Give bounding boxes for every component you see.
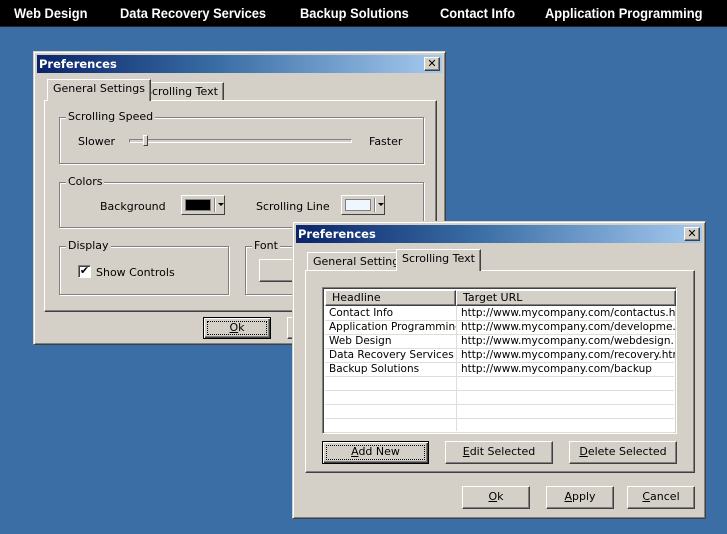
close-icon: ✕ <box>687 227 697 240</box>
divider <box>214 198 216 212</box>
cell-headline: Contact Info <box>329 307 394 319</box>
group-label: Colors <box>66 175 105 188</box>
cell-target-url: http://www.mycompany.com/recovery.html <box>461 349 675 361</box>
nav-item-contact-info[interactable]: Contact Info <box>440 5 515 21</box>
button-label: Ok <box>488 490 504 503</box>
scrolling-text-list[interactable]: Headline Target URL Contact Info http://w… <box>322 287 677 434</box>
column-label: Target URL <box>463 291 523 304</box>
tab-panel-scrolling-text: Headline Target URL Contact Info http://w… <box>305 270 695 473</box>
window-title: Preferences <box>298 227 376 241</box>
group-display: Display ✔ Show Controls <box>59 239 229 295</box>
nav-item-application-programming[interactable]: Application Programming <box>545 5 702 21</box>
focus-rect <box>326 445 425 460</box>
slider-min-label: Slower <box>78 135 116 148</box>
close-button[interactable]: ✕ <box>684 227 700 241</box>
show-controls-checkbox[interactable]: ✔ <box>78 265 91 278</box>
cancel-button[interactable]: Cancel <box>627 486 695 509</box>
background-color-picker[interactable] <box>181 195 225 215</box>
scrolling-speed-slider-thumb[interactable] <box>142 135 148 146</box>
cell-target-url: http://www.mycompany.com/contactus.h... <box>461 307 675 319</box>
list-row[interactable]: Backup Solutions http://www.mycompany.com… <box>325 363 674 377</box>
cell-headline <box>325 377 456 390</box>
background-color-label: Background <box>100 200 166 213</box>
tab-label: Scrolling Text <box>402 252 475 265</box>
scrolling-line-color-picker[interactable] <box>341 195 385 215</box>
list-row[interactable]: Web Design http://www.mycompany.com/webde… <box>325 335 675 349</box>
top-navigation-bar: Web Design Data Recovery Services Backup… <box>0 0 727 27</box>
tab-label: General Settings <box>53 82 145 95</box>
button-label: Edit Selected <box>462 445 536 458</box>
close-button[interactable]: ✕ <box>424 57 440 71</box>
cell-target-url <box>457 377 675 390</box>
scrolling-line-color-label: Scrolling Line <box>256 200 330 213</box>
list-row[interactable] <box>325 377 674 391</box>
column-label: Headline <box>332 291 381 304</box>
apply-button[interactable]: Apply <box>546 486 614 509</box>
slider-max-label: Faster <box>369 135 403 148</box>
list-row[interactable] <box>325 419 674 433</box>
cell-target-url: http://www.mycompany.com/developme... <box>461 321 675 333</box>
close-icon: ✕ <box>427 57 437 70</box>
list-header: Headline Target URL <box>325 290 676 306</box>
tab-scrolling-text[interactable]: Scrolling Text <box>396 249 481 271</box>
title-bar[interactable]: Preferences ✕ <box>37 55 442 73</box>
group-label: Scrolling Speed <box>66 110 156 123</box>
cell-headline: Web Design <box>329 335 392 347</box>
nav-item-web-design[interactable]: Web Design <box>14 5 87 21</box>
column-header-target-url[interactable]: Target URL <box>456 290 676 306</box>
cell-headline: Data Recovery Services <box>329 349 454 361</box>
button-label: Cancel <box>642 490 680 503</box>
group-label: Display <box>66 239 111 252</box>
cell-headline: Application Programming <box>329 321 456 333</box>
delete-selected-button[interactable]: Delete Selected <box>569 441 677 464</box>
color-swatch <box>345 199 371 211</box>
list-row[interactable]: Data Recovery Services http://www.mycompa… <box>325 349 675 363</box>
cell-target-url: http://www.mycompany.com/webdesign.... <box>461 335 675 347</box>
list-row[interactable] <box>325 405 674 419</box>
cell-headline <box>325 419 456 432</box>
window-title: Preferences <box>39 57 117 71</box>
add-new-button[interactable]: Add New <box>322 441 429 464</box>
nav-item-data-recovery[interactable]: Data Recovery Services <box>120 5 266 21</box>
tab-general-settings[interactable]: General Settings <box>47 79 151 101</box>
list-row[interactable]: Contact Info http://www.mycompany.com/con… <box>325 307 675 321</box>
preferences-window-scrolling-text: Preferences ✕ General Settings Scrolling… <box>292 221 706 519</box>
list-row[interactable]: Application Programming http://www.mycomp… <box>325 321 675 335</box>
nav-item-backup-solutions[interactable]: Backup Solutions <box>300 5 409 21</box>
focus-rect <box>207 321 267 335</box>
scrolling-speed-slider-track[interactable] <box>129 139 352 143</box>
cell-target-url: http://www.mycompany.com/backup <box>461 363 652 375</box>
tab-scrolling-text[interactable]: Scrolling Text <box>139 82 224 101</box>
column-header-headline[interactable]: Headline <box>325 290 456 306</box>
check-icon: ✔ <box>79 265 90 277</box>
cell-headline <box>325 391 456 404</box>
button-label: Apply <box>564 490 596 503</box>
button-label: Delete Selected <box>579 445 667 458</box>
list-row[interactable] <box>325 391 674 405</box>
cell-target-url <box>457 405 675 418</box>
divider <box>374 198 376 212</box>
dropdown-arrow-icon <box>378 203 384 206</box>
tab-label: Scrolling Text <box>145 85 218 98</box>
cell-headline: Backup Solutions <box>329 363 420 375</box>
ok-button[interactable]: Ok <box>462 486 530 509</box>
dropdown-arrow-icon <box>218 203 224 206</box>
title-bar[interactable]: Preferences ✕ <box>296 225 702 243</box>
cell-target-url <box>457 391 675 404</box>
edit-selected-button[interactable]: Edit Selected <box>445 441 553 464</box>
ok-button[interactable]: Ok <box>203 317 271 339</box>
show-controls-label[interactable]: Show Controls <box>96 266 175 279</box>
cell-target-url <box>457 419 675 432</box>
cell-headline <box>325 405 456 418</box>
group-label: Font <box>252 239 280 252</box>
tab-label: General Settings <box>313 255 405 268</box>
color-swatch <box>185 199 211 211</box>
group-scrolling-speed: Scrolling Speed Slower Faster <box>59 110 424 164</box>
